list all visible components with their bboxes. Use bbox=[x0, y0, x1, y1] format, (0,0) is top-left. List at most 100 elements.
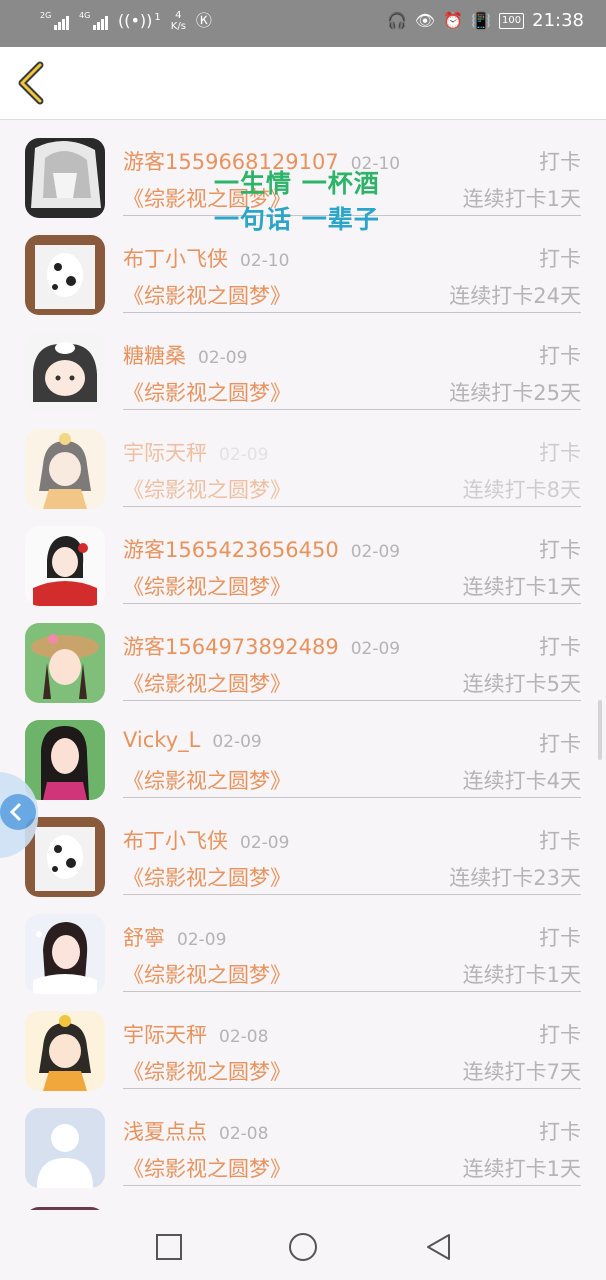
avatar[interactable] bbox=[25, 138, 105, 218]
streak-text: 连续打卡23天 bbox=[449, 866, 581, 890]
user-name[interactable]: Vicky_L 02-09 bbox=[123, 728, 262, 752]
navigation-bar bbox=[0, 1210, 606, 1280]
list-item[interactable]: Vicky_L 02-09 打卡 《综影视之圆梦》 连续打卡4天 bbox=[0, 702, 606, 800]
entry-info: 舒寧 02-09 打卡 《综影视之圆梦》 连续打卡1天 bbox=[123, 912, 581, 992]
streak-text: 连续打卡24天 bbox=[449, 284, 581, 308]
checkin-action[interactable]: 打卡 bbox=[539, 340, 581, 370]
entry-info: 宇际天秤 02-09 打卡 《综影视之圆梦》 连续打卡8天 bbox=[123, 427, 581, 507]
speed-unit: K/s bbox=[170, 21, 186, 32]
avatar[interactable] bbox=[25, 720, 105, 800]
streak-text: 连续打卡1天 bbox=[462, 1157, 581, 1181]
book-title[interactable]: 《综影视之圆梦》 bbox=[123, 377, 291, 407]
user-name[interactable]: 糖糖桑 02-09 bbox=[123, 340, 247, 370]
user-name[interactable]: 游客1564973892489 02-09 bbox=[123, 631, 400, 661]
checkin-action[interactable]: 打卡 bbox=[539, 534, 581, 564]
speed-value: 4 bbox=[175, 10, 182, 21]
book-title[interactable]: 《综影视之圆梦》 bbox=[123, 862, 291, 892]
entry-date: 02-09 bbox=[212, 732, 262, 752]
avatar[interactable] bbox=[25, 526, 105, 606]
signal-icon-sim1: 2G bbox=[40, 12, 69, 30]
list-item[interactable]: 舒寧 02-09 打卡 《综影视之圆梦》 连续打卡1天 bbox=[0, 896, 606, 994]
home-button[interactable] bbox=[286, 1230, 320, 1264]
avatar[interactable] bbox=[25, 235, 105, 315]
streak-text: 连续打卡8天 bbox=[462, 478, 581, 502]
book-title[interactable]: 《综影视之圆梦》 bbox=[123, 765, 291, 795]
checkin-action[interactable]: 打卡 bbox=[539, 728, 581, 758]
entry-date: 02-09 bbox=[350, 639, 401, 659]
streak-text: 连续打卡5天 bbox=[462, 672, 581, 696]
square-icon bbox=[156, 1234, 182, 1260]
entry-date: 02-10 bbox=[240, 251, 290, 271]
checkin-action[interactable]: 打卡 bbox=[539, 243, 581, 273]
avatar[interactable] bbox=[25, 1011, 105, 1091]
entry-info: Vicky_L 02-09 打卡 《综影视之圆梦》 连续打卡4天 bbox=[123, 718, 581, 798]
entry-info: 浅夏点点 02-08 打卡 《综影视之圆梦》 连续打卡1天 bbox=[123, 1106, 581, 1186]
entry-date: 02-08 bbox=[219, 1027, 269, 1047]
book-title[interactable]: 《综影视之圆梦》 bbox=[123, 474, 291, 504]
streak-text: 连续打卡4天 bbox=[462, 769, 581, 793]
clock: 21:38 bbox=[532, 10, 584, 31]
status-right: 🎧 👁 ⏰ 📳 100 21:38 bbox=[387, 10, 584, 31]
avatar[interactable] bbox=[25, 1108, 105, 1188]
checkin-action[interactable]: 打卡 bbox=[539, 825, 581, 855]
overlay-line-1: 一生情 一杯酒 bbox=[214, 169, 380, 198]
data-count: 1 bbox=[154, 11, 161, 23]
entry-date: 02-09 bbox=[350, 542, 401, 562]
list-item[interactable]: 宇际天秤 02-09 打卡 《综影视之圆梦》 连续打卡8天 bbox=[0, 411, 606, 509]
checkin-action[interactable]: 打卡 bbox=[539, 631, 581, 661]
battery-icon: 100 bbox=[499, 12, 525, 29]
list-item[interactable]: 浅夏点点 02-08 打卡 《综影视之圆梦》 连续打卡1天 bbox=[0, 1090, 606, 1188]
book-title[interactable]: 《综影视之圆梦》 bbox=[123, 1056, 291, 1086]
avatar[interactable] bbox=[25, 623, 105, 703]
headphones-icon: 🎧 bbox=[386, 10, 407, 30]
user-name[interactable]: 游客1565423656450 02-09 bbox=[123, 534, 400, 564]
streak-text: 连续打卡1天 bbox=[462, 575, 581, 599]
status-bar: 2G 4G ((•)) 1 4 K/s Ⓚ 🎧 👁 ⏰ 📳 100 21:38 bbox=[0, 0, 606, 47]
list-item[interactable]: 游客1565423656450 02-09 打卡 《综影视之圆梦》 连续打卡1天 bbox=[0, 508, 606, 606]
alarm-icon: ⏰ bbox=[443, 10, 464, 30]
sim2-label: 4G bbox=[79, 11, 91, 20]
entry-date: 02-08 bbox=[219, 1124, 269, 1144]
scroll-indicator[interactable] bbox=[598, 700, 602, 760]
book-title[interactable]: 《综影视之圆梦》 bbox=[123, 959, 291, 989]
list-item[interactable]: 游客1564973892489 02-09 打卡 《综影视之圆梦》 连续打卡5天 bbox=[0, 605, 606, 703]
user-name[interactable]: 浅夏点点 02-08 bbox=[123, 1116, 268, 1146]
list-item-partial[interactable] bbox=[0, 1187, 606, 1210]
avatar[interactable] bbox=[25, 429, 105, 509]
book-title[interactable]: 《综影视之圆梦》 bbox=[123, 280, 291, 310]
avatar[interactable] bbox=[25, 332, 105, 412]
book-title[interactable]: 《综影视之圆梦》 bbox=[123, 668, 291, 698]
system-back-button[interactable] bbox=[422, 1230, 456, 1264]
signal-icon-sim2: 4G bbox=[79, 12, 108, 30]
checkin-action[interactable]: 打卡 bbox=[539, 437, 581, 467]
list-item[interactable]: 布丁小飞侠 02-09 打卡 《综影视之圆梦》 连续打卡23天 bbox=[0, 799, 606, 897]
list-item[interactable]: 糖糖桑 02-09 打卡 《综影视之圆梦》 连续打卡25天 bbox=[0, 314, 606, 412]
overlay-caption: 一生情 一杯酒 一句话 一辈子 bbox=[214, 166, 380, 238]
avatar[interactable] bbox=[25, 914, 105, 994]
chevron-left-icon bbox=[18, 61, 44, 105]
triangle-back-icon bbox=[427, 1234, 450, 1260]
entry-date: 02-09 bbox=[198, 348, 248, 368]
network-speed: 4 K/s bbox=[171, 10, 186, 32]
entry-date: 02-09 bbox=[240, 833, 290, 853]
user-name[interactable]: 舒寧 02-09 bbox=[123, 922, 226, 952]
back-button[interactable] bbox=[14, 61, 54, 105]
book-title[interactable]: 《综影视之圆梦》 bbox=[123, 571, 291, 601]
recent-apps-button[interactable] bbox=[152, 1230, 186, 1264]
checkin-action[interactable]: 打卡 bbox=[539, 922, 581, 952]
avatar[interactable] bbox=[25, 817, 105, 897]
checkin-action[interactable]: 打卡 bbox=[539, 1019, 581, 1049]
checkin-list[interactable]: 游客1559668129107 02-10 打卡 《综影视之圆梦》 连续打卡1天 … bbox=[0, 120, 606, 1210]
user-name[interactable]: 布丁小飞侠 02-09 bbox=[123, 825, 289, 855]
entry-info: 游客1564973892489 02-09 打卡 《综影视之圆梦》 连续打卡5天 bbox=[123, 621, 581, 701]
list-item[interactable]: 宇际天秤 02-08 打卡 《综影视之圆梦》 连续打卡7天 bbox=[0, 993, 606, 1091]
user-name[interactable]: 宇际天秤 02-08 bbox=[123, 1019, 268, 1049]
book-title[interactable]: 《综影视之圆梦》 bbox=[123, 1153, 291, 1183]
user-name[interactable]: 布丁小飞侠 02-10 bbox=[123, 243, 289, 273]
streak-text: 连续打卡25天 bbox=[449, 381, 581, 405]
eye-icon: 👁 bbox=[414, 10, 436, 30]
checkin-action[interactable]: 打卡 bbox=[539, 1116, 581, 1146]
k-badge-icon: Ⓚ bbox=[195, 11, 212, 30]
checkin-action[interactable]: 打卡 bbox=[539, 146, 581, 176]
user-name[interactable]: 宇际天秤 02-09 bbox=[123, 437, 268, 467]
